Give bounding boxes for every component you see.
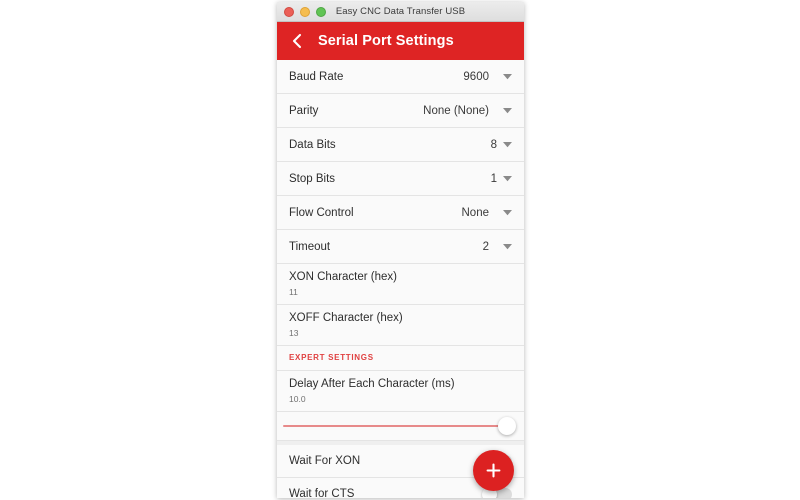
- setting-label: Stop Bits: [289, 172, 336, 185]
- setting-label: Data Bits: [289, 138, 336, 151]
- minimize-button[interactable]: [300, 6, 310, 17]
- setting-value: 13: [289, 328, 299, 338]
- app-header: Serial Port Settings: [277, 22, 524, 60]
- setting-label: Wait For XON: [289, 455, 361, 467]
- chevron-down-icon[interactable]: [503, 141, 512, 148]
- setting-row-stop-bits[interactable]: Stop Bits 1: [277, 162, 524, 196]
- setting-value: None (None): [423, 104, 489, 117]
- setting-value: 11: [289, 287, 298, 297]
- setting-row-flow-control[interactable]: Flow Control None: [277, 196, 524, 230]
- setting-value-group[interactable]: None: [461, 206, 512, 219]
- setting-label: XOFF Character (hex): [289, 312, 403, 324]
- setting-label: Parity: [289, 104, 319, 117]
- setting-value: 10.0: [289, 394, 306, 404]
- settings-list: Baud Rate 9600 Parity None (None) Data B…: [277, 60, 524, 498]
- setting-row-xoff-character[interactable]: XOFF Character (hex) 13: [277, 305, 524, 346]
- app-window: Easy CNC Data Transfer USB Serial Port S…: [277, 2, 524, 498]
- setting-value-group[interactable]: 9600: [463, 71, 512, 83]
- setting-row-data-bits[interactable]: Data Bits 8: [277, 128, 524, 162]
- chevron-down-icon[interactable]: [503, 209, 512, 216]
- back-chevron-icon[interactable]: [287, 31, 307, 51]
- slider-track: [283, 425, 514, 427]
- setting-label: Timeout: [289, 240, 331, 253]
- setting-label: XON Character (hex): [289, 271, 398, 283]
- setting-row-baud-rate[interactable]: Baud Rate 9600: [277, 60, 524, 94]
- add-button[interactable]: [473, 450, 514, 491]
- close-button[interactable]: [284, 6, 294, 17]
- chevron-down-icon[interactable]: [503, 73, 512, 80]
- setting-value-group[interactable]: 8: [491, 139, 512, 151]
- setting-value-group[interactable]: None (None): [423, 105, 512, 117]
- slider-thumb[interactable]: [498, 417, 516, 435]
- setting-value: None: [461, 206, 490, 219]
- setting-value-group[interactable]: 1: [491, 173, 512, 185]
- page-title: Serial Port Settings: [318, 33, 454, 49]
- screenshot-root: Easy CNC Data Transfer USB Serial Port S…: [0, 0, 800, 500]
- setting-value: 1: [490, 172, 497, 185]
- setting-value: 8: [490, 138, 497, 151]
- chevron-down-icon[interactable]: [503, 175, 512, 182]
- setting-value: 2: [482, 240, 489, 253]
- setting-value-group[interactable]: 2: [483, 241, 512, 253]
- setting-row-delay-after-each-character[interactable]: Delay After Each Character (ms) 10.0: [277, 371, 524, 412]
- section-header-expert-settings: EXPERT SETTINGS: [277, 346, 524, 371]
- setting-label: Baud Rate: [289, 70, 344, 83]
- delay-slider[interactable]: [277, 412, 524, 441]
- setting-value: 9600: [463, 70, 489, 83]
- window-titlebar: Easy CNC Data Transfer USB: [277, 2, 524, 22]
- setting-label: Wait for CTS: [289, 488, 355, 498]
- setting-row-xon-character[interactable]: XON Character (hex) 11: [277, 264, 524, 305]
- chevron-down-icon[interactable]: [503, 107, 512, 114]
- setting-row-timeout[interactable]: Timeout 2: [277, 230, 524, 264]
- plus-icon: [485, 462, 502, 479]
- setting-row-parity[interactable]: Parity None (None): [277, 94, 524, 128]
- setting-label: Delay After Each Character (ms): [289, 378, 455, 390]
- maximize-button[interactable]: [316, 6, 326, 17]
- setting-label: Flow Control: [289, 206, 354, 219]
- traffic-lights: [284, 2, 326, 21]
- chevron-down-icon[interactable]: [503, 243, 512, 250]
